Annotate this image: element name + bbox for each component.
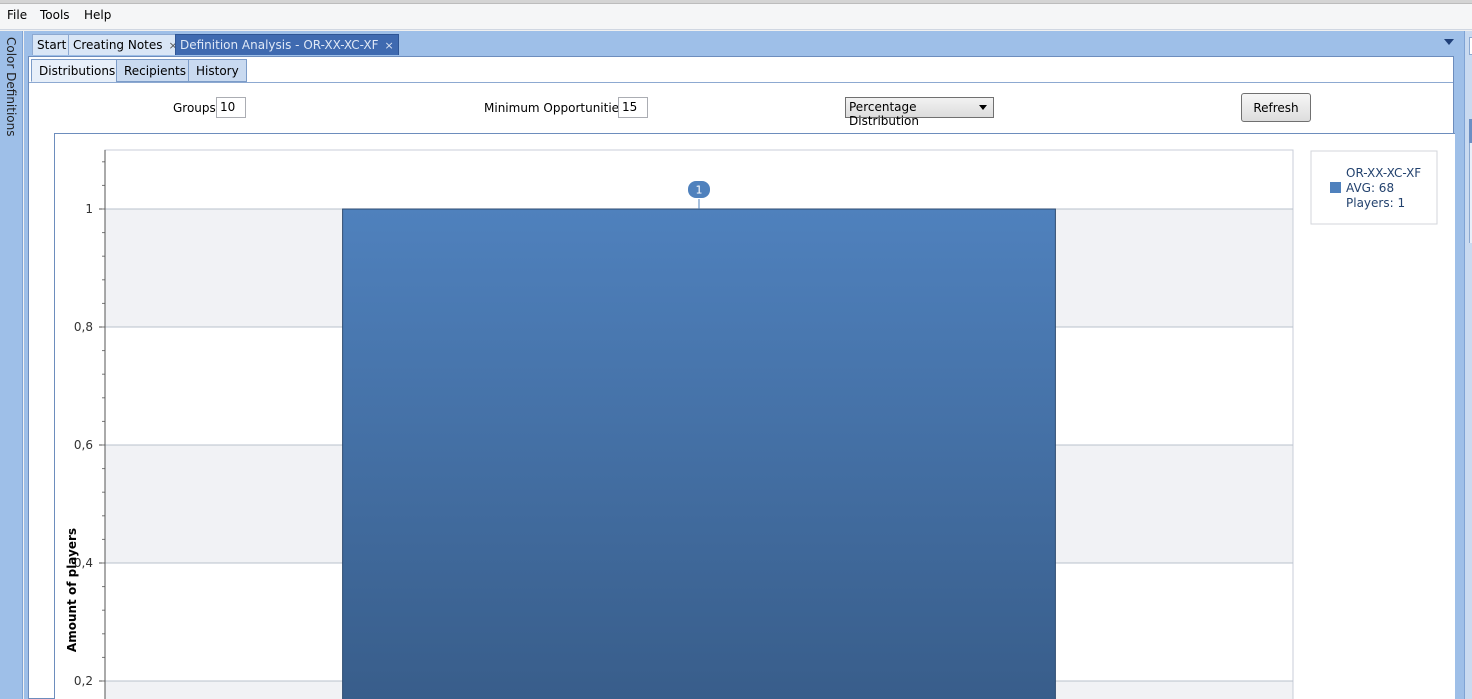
right-dock [1464,31,1472,699]
tab-definition-analysis-label: Definition Analysis - OR-XX-XC-XF [180,38,379,52]
chart-panel: 1 0,8 0,6 0,4 0,2 1 OR-XX-XC-XF AVG: 68 Player… [54,133,1455,699]
menu-bar: File Tools Help [0,4,1472,30]
color-definitions-dock-tab[interactable]: Color Definitions [4,37,18,137]
menu-tools[interactable]: Tools [40,8,70,22]
y-tick-label: 0,8 [74,320,93,334]
y-axis-title: Amount of players [65,527,79,653]
tab-definition-analysis[interactable]: Definition Analysis - OR-XX-XC-XF × [175,34,399,55]
analysis-tab-strip: Distributions Recipients History [29,57,1453,83]
min-opportunities-input[interactable]: 15 [618,97,648,118]
refresh-button[interactable]: Refresh [1241,93,1311,122]
distribution-type-select[interactable]: Percentage Distribution [845,97,994,128]
legend-text: OR-XX-XC-XF [1346,166,1421,180]
tab-recipients[interactable]: Recipients [116,59,195,82]
min-opportunities-label: Minimum Opportunities [484,101,626,115]
close-icon[interactable]: × [385,39,394,52]
legend-text: AVG: 68 [1346,181,1394,195]
distribution-type-value: Percentage Distribution [849,100,920,128]
menu-file[interactable]: File [7,8,27,22]
tab-list-dropdown-icon[interactable] [1444,39,1454,45]
side-dock: Color Definitions [0,31,23,699]
menu-help[interactable]: Help [84,8,111,22]
y-tick-label: 0,2 [74,674,93,688]
tab-creating-notes[interactable]: Creating Notes × [68,34,183,55]
document-area: Start Creating Notes × Definition Analysi… [24,31,1464,699]
tab-distributions[interactable]: Distributions [31,59,124,82]
chevron-down-icon [979,105,987,110]
data-label: 1 [696,184,703,197]
groups-input[interactable]: 10 [216,97,246,118]
analysis-panel: Distributions Recipients History Groups … [28,56,1455,699]
tab-start[interactable]: Start [32,34,72,55]
tab-history[interactable]: History [188,59,247,82]
legend-swatch [1330,182,1341,193]
y-tick-label: 0,6 [74,438,93,452]
distribution-chart: 10,80,60,40,2 1 OR-XX-XC-XFAVG: 68Player… [74,149,1438,699]
groups-label: Groups [173,101,216,115]
bar [342,208,1056,699]
tab-start-label: Start [37,38,67,52]
tab-creating-notes-label: Creating Notes [73,38,163,52]
y-tick-label: 1 [85,202,93,216]
legend-text: Players: 1 [1346,196,1405,210]
